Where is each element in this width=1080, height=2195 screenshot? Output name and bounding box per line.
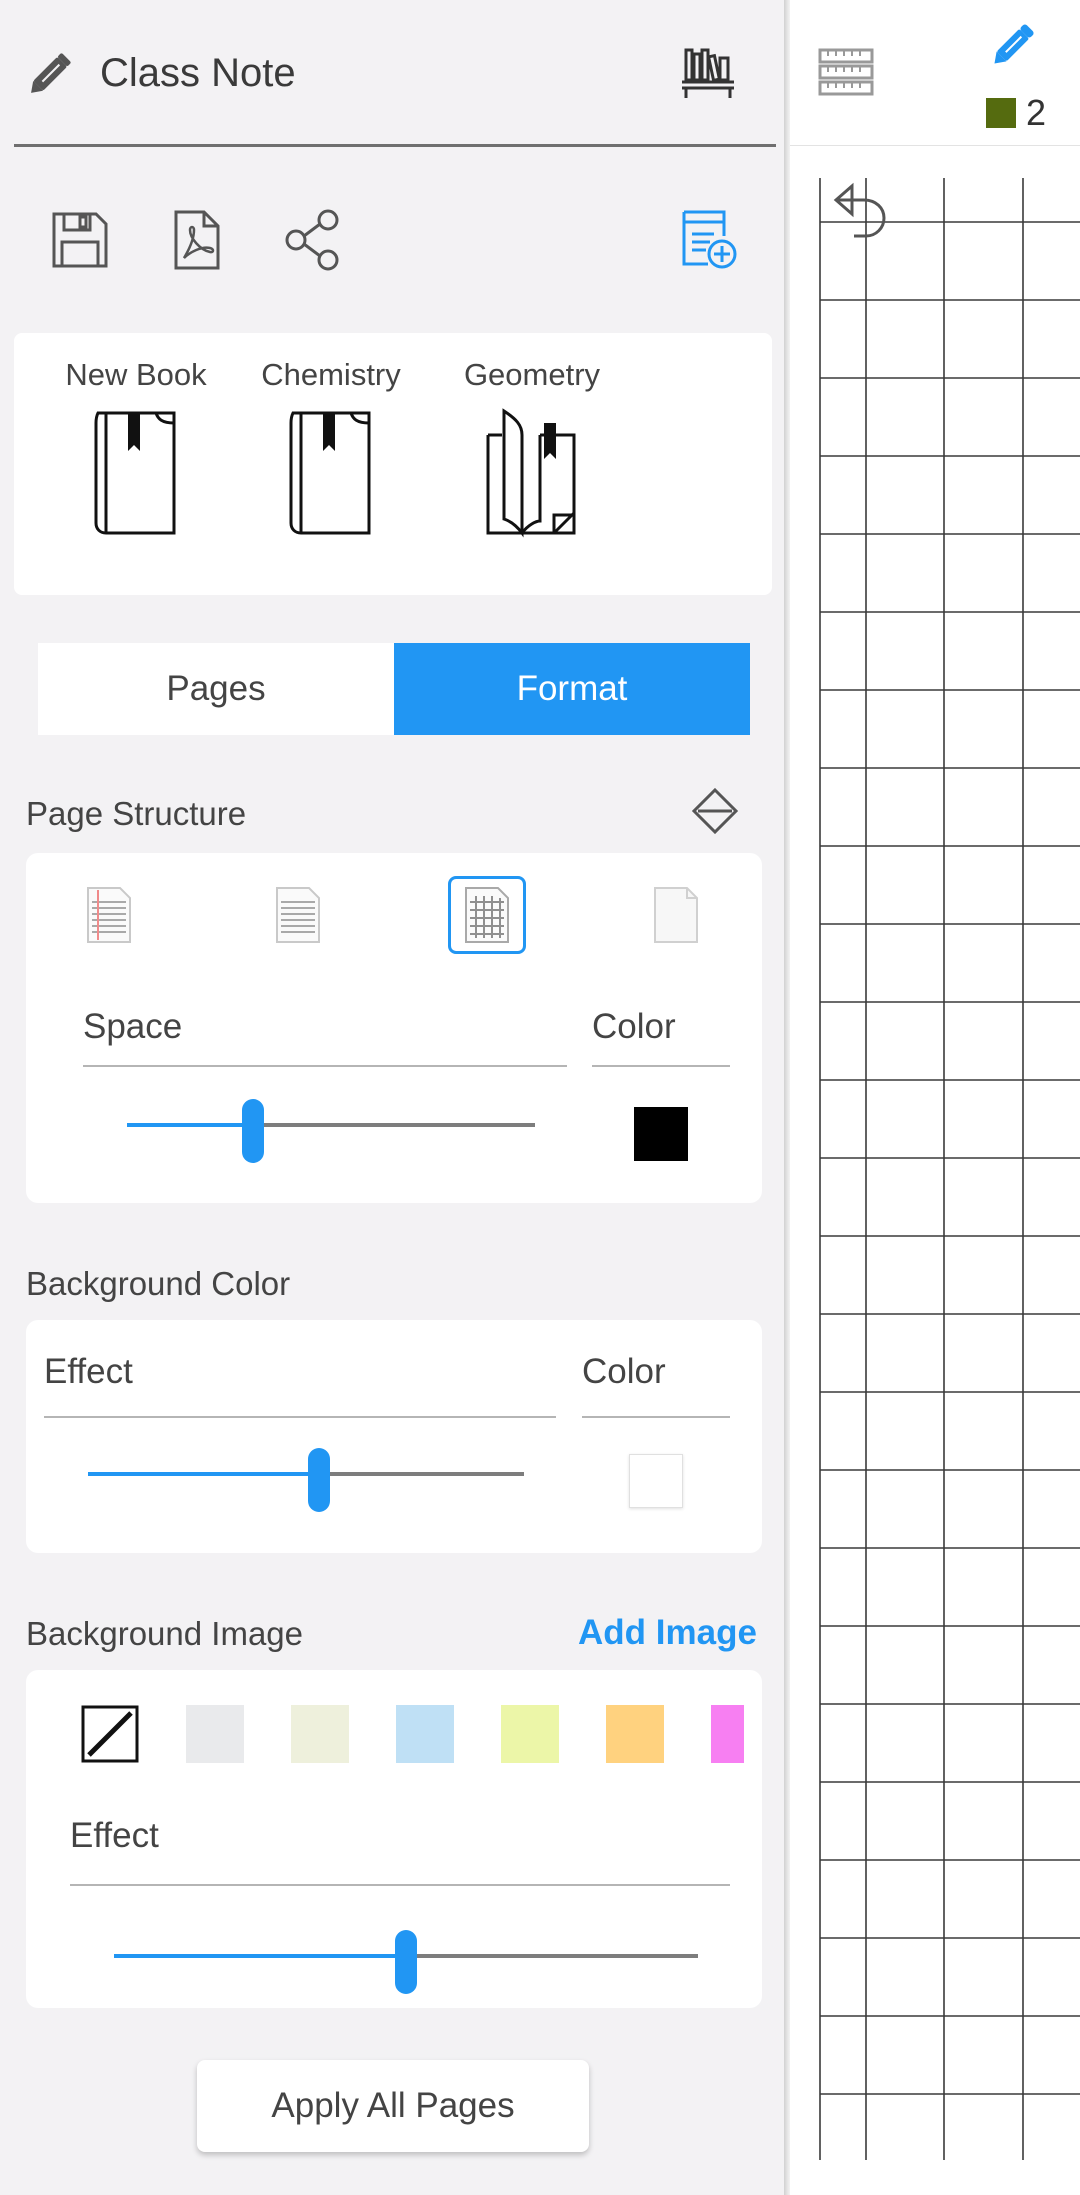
structure-blank[interactable] (637, 876, 715, 954)
lined-page-icon (87, 887, 131, 943)
background-image-option[interactable] (291, 1705, 349, 1763)
background-color-swatch[interactable] (629, 1454, 683, 1508)
add-image-link[interactable]: Add Image (578, 1610, 757, 1656)
page-structure-title: Page Structure (26, 795, 247, 832)
book-chemistry[interactable]: Chemistry (246, 355, 416, 575)
book-geometry[interactable]: Geometry (447, 355, 617, 575)
color-divider (582, 1416, 730, 1418)
effect-label: Effect (70, 1816, 159, 1855)
background-image-option[interactable] (186, 1705, 244, 1763)
app-title: Class Note (100, 51, 296, 95)
pen-color-indicator[interactable] (986, 98, 1016, 128)
blank-page-icon (654, 887, 698, 943)
slider-fill (114, 1954, 406, 1958)
background-image-option[interactable] (501, 1705, 559, 1763)
book-label: Geometry (463, 357, 601, 392)
open-book-icon (486, 408, 576, 538)
tab-format[interactable]: Format (394, 643, 750, 735)
background-color-card: Effect Color (26, 1320, 762, 1553)
ruler-menu-icon[interactable] (818, 48, 874, 98)
effect-label: Effect (44, 1352, 133, 1391)
apply-all-pages-button[interactable]: Apply All Pages (197, 2060, 589, 2152)
slider-thumb[interactable] (395, 1930, 417, 1994)
pen-icon[interactable] (990, 18, 1040, 68)
space-slider[interactable] (127, 1099, 535, 1163)
lined-page-icon (276, 887, 320, 943)
slider-thumb[interactable] (308, 1448, 330, 1512)
undo-icon[interactable] (830, 178, 892, 240)
app-root: Class Note New Book Chemistry Geometry P… (0, 0, 1080, 2195)
color-label: Color (592, 1007, 676, 1046)
canvas-toolbar: 2 (790, 0, 1080, 146)
grid-page-icon (465, 887, 509, 943)
file-actions-bar (0, 200, 784, 280)
collapse-toggle-icon[interactable] (692, 788, 738, 834)
book-label: Chemistry (261, 357, 401, 392)
pdf-icon[interactable] (164, 208, 228, 272)
no-image-icon[interactable] (81, 1705, 139, 1763)
slider-thumb[interactable] (242, 1099, 264, 1163)
book-new-book[interactable]: New Book (51, 355, 221, 575)
background-image-card: Effect (26, 1670, 762, 2008)
page-structure-card: Space Color (26, 853, 762, 1203)
book-icon (289, 411, 371, 535)
pen-size-value[interactable]: 2 (1026, 92, 1046, 134)
bookshelf-icon[interactable] (680, 44, 736, 100)
background-image-option[interactable] (396, 1705, 454, 1763)
book-label: New Book (65, 357, 207, 392)
add-book-icon[interactable] (676, 208, 740, 272)
header-divider (14, 144, 776, 147)
image-effect-slider[interactable] (114, 1930, 698, 1994)
line-color-swatch[interactable] (634, 1107, 688, 1161)
note-canvas: 2 (790, 0, 1080, 2195)
effect-divider (70, 1884, 730, 1886)
grid-paper[interactable] (790, 160, 1080, 2195)
tab-bar: Pages Format (38, 643, 750, 735)
space-label: Space (83, 1007, 183, 1046)
color-divider (592, 1065, 730, 1067)
drawer-header: Class Note (0, 0, 784, 148)
background-image-option[interactable] (606, 1705, 664, 1763)
tab-pages[interactable]: Pages (38, 643, 394, 735)
book-icon (94, 411, 176, 535)
structure-lined-red-margin[interactable] (70, 876, 148, 954)
space-divider (83, 1065, 567, 1067)
structure-grid[interactable] (448, 876, 526, 954)
background-color-title: Background Color (26, 1265, 291, 1302)
book-shelf: New Book Chemistry Geometry (14, 333, 772, 595)
save-icon[interactable] (48, 208, 112, 272)
share-icon[interactable] (282, 208, 346, 272)
slider-fill (88, 1472, 319, 1476)
background-image-option[interactable] (711, 1705, 744, 1763)
side-drawer: Class Note New Book Chemistry Geometry P… (0, 0, 784, 2195)
structure-lined[interactable] (259, 876, 337, 954)
pencil-icon (31, 53, 71, 93)
color-label: Color (582, 1352, 666, 1391)
effect-divider (44, 1416, 556, 1418)
slider-fill (127, 1123, 253, 1127)
background-effect-slider[interactable] (88, 1448, 524, 1512)
background-image-title: Background Image (26, 1615, 304, 1652)
